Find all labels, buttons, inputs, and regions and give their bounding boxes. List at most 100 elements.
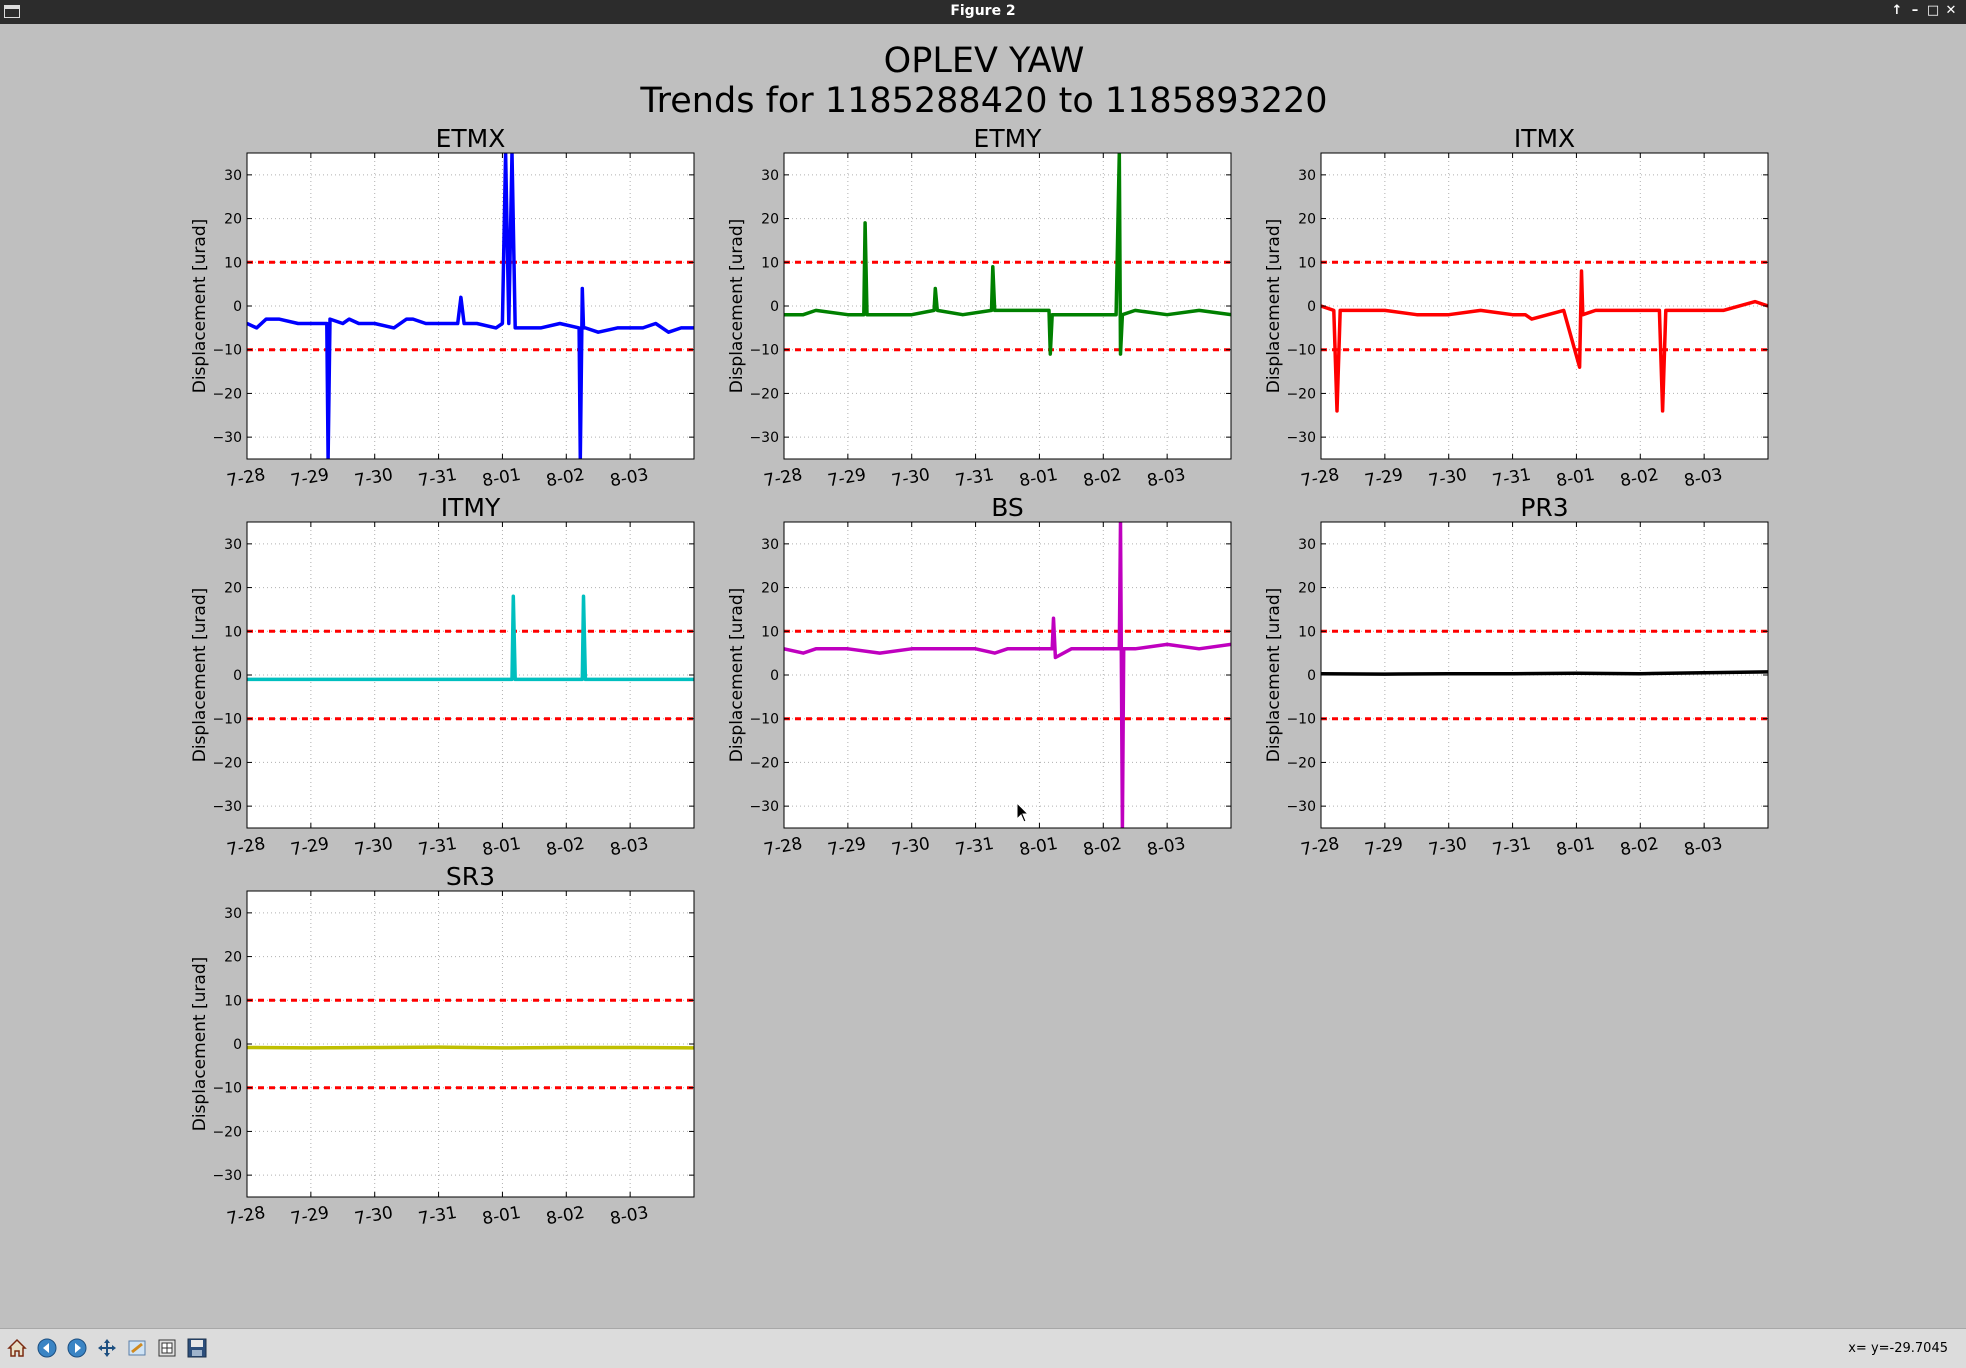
x-tick-label: 7-31 — [954, 834, 995, 860]
x-tick-label: 8-02 — [1619, 834, 1660, 860]
x-tick-label: 8-02 — [1082, 834, 1123, 860]
x-tick-label: 8-01 — [1018, 834, 1059, 860]
y-tick-label: −10 — [212, 343, 242, 359]
forward-icon[interactable] — [64, 1335, 90, 1361]
x-tick-label: 7-28 — [225, 1203, 266, 1229]
pan-icon[interactable] — [94, 1335, 120, 1361]
x-tick-label: 7-30 — [1427, 834, 1468, 860]
y-tick-label: 30 — [761, 537, 779, 553]
subplot-etmx: −30 −20 −10 0 10 20 30 7-28 7-29 7-30 7-31 8-01 8-02… — [190, 124, 695, 491]
subplot-itmy: −30 −20 −10 0 10 20 30 7-28 7-29 7-30 7-31 8-01 8-02… — [190, 493, 695, 860]
y-tick-label: 10 — [1298, 255, 1316, 271]
x-tick-label: 8-02 — [1619, 465, 1660, 491]
y-tick-label: 10 — [761, 624, 779, 640]
x-tick-label: 7-28 — [225, 465, 266, 491]
save-icon[interactable] — [184, 1335, 210, 1361]
y-tick-label: 10 — [224, 993, 242, 1009]
coordinate-readout: x= y=-29.7045 — [1848, 1341, 1948, 1356]
window-title: Figure 2 — [950, 3, 1016, 19]
x-tick-label: 7-31 — [417, 1203, 458, 1229]
x-tick-label: 7-28 — [762, 834, 803, 860]
subplot-pr3: −30 −20 −10 0 10 20 30 7-28 7-29 7-30 7-31 8-01 8-02… — [1264, 493, 1769, 860]
y-tick-label: 30 — [1298, 168, 1316, 184]
x-tick-label: 8-02 — [545, 465, 586, 491]
x-tick-label: 7-31 — [1491, 834, 1532, 860]
subplot-title: ETMY — [974, 124, 1043, 153]
subplots-group: −30 −20 −10 0 10 20 30 7-28 7-29 7-30 7-31 8-01 8-02… — [190, 124, 1769, 1229]
x-tick-label: 8-01 — [481, 465, 522, 491]
y-axis-label: Displacement [urad] — [727, 588, 747, 763]
x-tick-label: 8-01 — [1018, 465, 1059, 491]
x-tick-label: 8-03 — [609, 465, 650, 491]
subplot-title: ITMX — [1514, 124, 1575, 153]
y-tick-label: 30 — [1298, 537, 1316, 553]
x-tick-label: 7-29 — [1363, 465, 1404, 491]
x-tick-label: 8-03 — [609, 1203, 650, 1229]
subplot-etmy: −30 −20 −10 0 10 20 30 7-28 7-29 7-30 7-31 8-01 8-02… — [727, 124, 1232, 491]
y-tick-label: 20 — [1298, 212, 1316, 228]
figure-title-line1: OPLEV YAW — [884, 41, 1085, 81]
y-tick-label: −10 — [749, 343, 779, 359]
x-tick-label: 7-29 — [1363, 834, 1404, 860]
x-tick-label: 8-03 — [1146, 834, 1187, 860]
y-tick-label: 30 — [761, 168, 779, 184]
figure-svg[interactable]: OPLEV YAW Trends for 1185288420 to 11858… — [5, 24, 1961, 1328]
x-tick-label: 8-03 — [1146, 465, 1187, 491]
configure-subplots-icon[interactable] — [154, 1335, 180, 1361]
window-titlebar: Figure 2 ↑ – □ ✕ — [0, 0, 1966, 24]
mouse-cursor-icon — [1016, 801, 1030, 828]
y-tick-label: −10 — [749, 712, 779, 728]
plot-background — [784, 522, 1231, 828]
zoom-icon[interactable] — [124, 1335, 150, 1361]
figure-canvas[interactable]: OPLEV YAW Trends for 1185288420 to 11858… — [5, 24, 1961, 1328]
y-tick-label: −30 — [749, 430, 779, 446]
close-button[interactable]: ✕ — [1942, 2, 1960, 20]
minimize-button[interactable]: – — [1906, 2, 1924, 20]
x-tick-label: 7-30 — [353, 834, 394, 860]
y-tick-label: 20 — [1298, 581, 1316, 597]
y-tick-label: −10 — [1286, 712, 1316, 728]
x-tick-label: 8-02 — [545, 1203, 586, 1229]
x-tick-label: 7-31 — [1491, 465, 1532, 491]
x-tick-label: 8-03 — [1683, 465, 1724, 491]
subplot-title: SR3 — [446, 862, 495, 891]
subplot-bs: −30 −20 −10 0 10 20 30 7-28 7-29 7-30 7-31 8-01 8-02… — [727, 493, 1232, 860]
x-tick-label: 8-02 — [545, 834, 586, 860]
y-tick-label: 10 — [224, 624, 242, 640]
x-tick-label: 7-28 — [762, 465, 803, 491]
y-tick-label: 30 — [224, 906, 242, 922]
plot-background — [247, 891, 694, 1197]
subplot-title: ITMY — [441, 493, 501, 522]
x-tick-label: 8-02 — [1082, 465, 1123, 491]
plot-background — [784, 153, 1231, 459]
x-tick-label: 7-30 — [890, 834, 931, 860]
y-tick-label: 10 — [224, 255, 242, 271]
y-tick-label: −20 — [212, 755, 242, 771]
y-axis-label: Displacement [urad] — [190, 219, 210, 394]
x-tick-label: 7-29 — [289, 834, 330, 860]
x-tick-label: 8-03 — [609, 834, 650, 860]
x-tick-label: 7-30 — [890, 465, 931, 491]
y-tick-label: −20 — [749, 386, 779, 402]
x-tick-label: 7-31 — [417, 834, 458, 860]
x-tick-label: 8-01 — [1555, 465, 1596, 491]
y-axis-label: Displacement [urad] — [727, 219, 747, 394]
maximize-button[interactable]: □ — [1924, 2, 1942, 20]
x-tick-label: 8-01 — [481, 834, 522, 860]
y-tick-label: −30 — [212, 799, 242, 815]
y-tick-label: 20 — [761, 212, 779, 228]
plot-background — [1321, 153, 1768, 459]
keep-above-button[interactable]: ↑ — [1888, 2, 1906, 20]
y-tick-label: 0 — [233, 299, 242, 315]
figure-title-line2: Trends for 1185288420 to 1185893220 — [639, 81, 1327, 121]
y-tick-label: −20 — [1286, 386, 1316, 402]
y-tick-label: −30 — [1286, 799, 1316, 815]
home-icon[interactable] — [4, 1335, 30, 1361]
back-icon[interactable] — [34, 1335, 60, 1361]
y-tick-label: 0 — [1307, 668, 1316, 684]
x-tick-label: 7-29 — [826, 834, 867, 860]
x-tick-label: 7-28 — [1299, 465, 1340, 491]
series-line-sr3 — [247, 1045, 694, 1050]
y-tick-label: −20 — [1286, 755, 1316, 771]
y-tick-label: −10 — [1286, 343, 1316, 359]
